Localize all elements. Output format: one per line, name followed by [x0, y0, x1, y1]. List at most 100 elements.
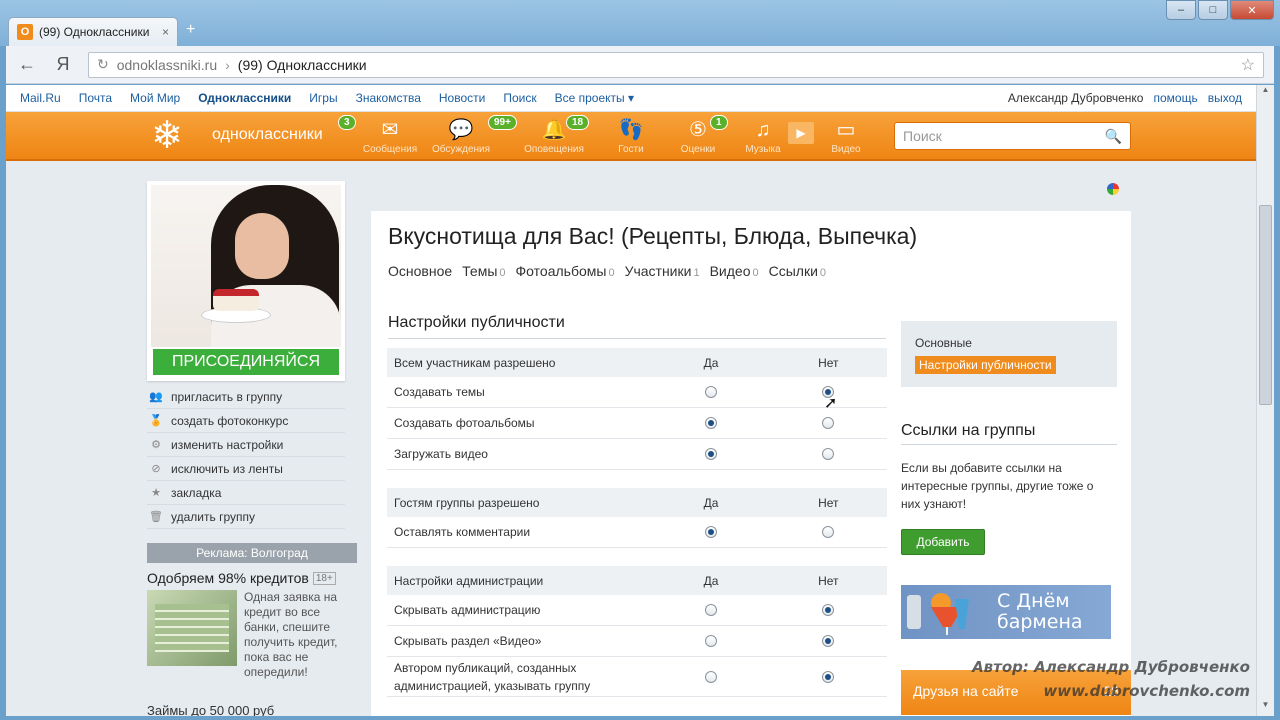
settings-nav-box: Основные Настройки публичности [901, 321, 1117, 387]
no-radio[interactable] [822, 526, 835, 538]
close-button[interactable]: ✕ [1230, 0, 1274, 20]
exclude-from-feed-link[interactable]: ⊘ исключить из ленты [147, 457, 345, 481]
music-play-button[interactable]: ▶ [788, 122, 814, 144]
settings-group-header: Настройки администрации Да Нет [387, 566, 887, 595]
ratings-badge: 1 [710, 115, 728, 130]
scroll-down-icon[interactable]: ▼ [1257, 700, 1274, 716]
star-icon: ★ [151, 487, 161, 499]
mailbar-link-dating[interactable]: Знакомства [356, 91, 421, 105]
new-tab-button[interactable]: + [186, 21, 208, 39]
ad-headline[interactable]: Одобряем 98% кредитов 18+ [147, 570, 336, 586]
reload-icon[interactable]: ↻ [97, 56, 109, 73]
nav-messages[interactable]: ✉ Сообщения [360, 118, 420, 155]
ok-search-box[interactable]: 🔍 [894, 122, 1131, 150]
ok-logo-icon[interactable]: ❄ [144, 114, 190, 158]
address-bar[interactable]: ↻ odnoklassniki.ru › (99) Одноклассники … [88, 51, 1264, 78]
tab-close-icon[interactable]: × [162, 25, 169, 39]
yes-radio[interactable] [704, 417, 717, 429]
bookmark-star-icon[interactable]: ☆ [1241, 55, 1255, 75]
nav-label: Видео [831, 144, 861, 155]
page-scrollbar[interactable]: ▲ ▼ [1256, 85, 1274, 716]
setting-label: Автором публикаций, созданных администра… [394, 660, 591, 693]
bookmark-link[interactable]: ★ закладка [147, 481, 345, 505]
browser-tab[interactable]: О (99) Одноклассники × [8, 17, 178, 46]
mailbar-link-games[interactable]: Игры [309, 91, 337, 105]
no-radio[interactable] [822, 604, 835, 616]
mailbar-link-search[interactable]: Поиск [503, 91, 536, 105]
delete-group-link[interactable]: 🗑 удалить группу [147, 505, 345, 529]
mailbar-link-mail[interactable]: Почта [79, 91, 112, 105]
back-button[interactable]: ← [16, 54, 38, 75]
no-radio[interactable] [822, 448, 835, 460]
tab-label: Темы [462, 263, 498, 279]
nav-label: Гости [618, 144, 644, 155]
nav-label: Музыка [745, 144, 781, 155]
scroll-thumb[interactable] [1259, 205, 1272, 405]
tab-links[interactable]: Ссылки 0 [769, 263, 826, 279]
search-input[interactable] [903, 128, 1105, 144]
ad-money-image[interactable] [147, 590, 237, 666]
tab-label: Видео [709, 263, 751, 279]
no-radio[interactable] [822, 417, 835, 429]
user-name[interactable]: Александр Дубровченко [1008, 91, 1144, 105]
change-settings-link[interactable]: ⚙ изменить настройки [147, 433, 345, 457]
setting-label: Скрывать раздел «Видео» [394, 634, 542, 648]
group-avatar[interactable]: ПРИСОЕДИНЯЙСЯ [147, 181, 345, 381]
nav-label: Оценки [680, 144, 716, 155]
tab-main[interactable]: Основное [388, 263, 452, 279]
exclude-icon: ⊘ [151, 463, 161, 475]
no-radio[interactable] [822, 635, 835, 647]
yandex-icon[interactable]: Я [52, 54, 74, 75]
publicity-settings-table: Всем участникам разрешено Да Нет Создавать … [387, 348, 887, 697]
nav-music[interactable]: ♫ Музыка [742, 118, 784, 155]
minimize-button[interactable]: – [1166, 0, 1196, 20]
ok-site-name[interactable]: одноклассники [212, 126, 323, 144]
mailbar-link-news[interactable]: Новости [439, 91, 485, 105]
add-link-button[interactable]: Добавить [901, 529, 985, 555]
ad-next-headline[interactable]: Займы до 50 000 руб [147, 703, 274, 716]
nav-discussions[interactable]: 💬 Обсуждения [426, 118, 496, 155]
mailbar-link-odnoklassniki[interactable]: Одноклассники [198, 91, 291, 105]
group-actions: 👥 пригласить в группу 🏅 создать фотоконк… [147, 385, 345, 529]
tab-photo-albums[interactable]: Фотоальбомы 0 [516, 263, 615, 279]
help-link[interactable]: помощь [1153, 91, 1197, 105]
yes-radio[interactable] [704, 670, 717, 683]
yes-radio[interactable] [704, 386, 717, 398]
yes-radio[interactable] [704, 448, 717, 460]
yes-radio[interactable] [704, 604, 717, 616]
yes-radio[interactable] [704, 526, 717, 538]
tab-members[interactable]: Участники 1 [625, 263, 700, 279]
mailbar-link-myworld[interactable]: Мой Мир [130, 91, 180, 105]
yes-radio[interactable] [704, 635, 717, 647]
nav-video[interactable]: ▭ Видео [822, 118, 870, 155]
tab-count: 1 [693, 267, 700, 279]
tab-topics[interactable]: Темы 0 [462, 263, 505, 279]
ad-headline-text[interactable]: Одобряем 98% кредитов [147, 570, 309, 586]
join-banner[interactable]: ПРИСОЕДИНЯЙСЯ [151, 347, 341, 377]
logout-link[interactable]: выход [1208, 91, 1242, 105]
invite-to-group-link[interactable]: 👥 пригласить в группу [147, 385, 345, 409]
theme-color-icon[interactable] [1107, 183, 1119, 195]
scroll-up-icon[interactable]: ▲ [1257, 85, 1274, 101]
ad-text[interactable]: Одная заявка на кредит во все банки, спе… [244, 590, 349, 680]
url-separator: › [225, 56, 230, 73]
no-radio[interactable] [822, 670, 835, 683]
create-photo-contest-link[interactable]: 🏅 создать фотоконкурс [147, 409, 345, 433]
tab-video[interactable]: Видео 0 [710, 263, 759, 279]
mailbar-link-mailru[interactable]: Mail.Ru [20, 91, 61, 105]
mailru-bar: Mail.Ru Почта Мой Мир Одноклассники Игры… [6, 85, 1256, 112]
search-icon[interactable]: 🔍 [1105, 128, 1122, 145]
settings-nav-publicity[interactable]: Настройки публичности [915, 355, 1103, 377]
settings-nav-basic[interactable]: Основные [915, 333, 1103, 355]
trash-icon: 🗑 [149, 511, 163, 523]
yes-column-header: Да [703, 355, 719, 370]
tab-title: (99) Одноклассники [39, 25, 150, 39]
nav-guests[interactable]: 👣 Гости [606, 118, 656, 155]
envelope-icon: ✉ [381, 119, 399, 141]
mailbar-link-all-projects[interactable]: Все проекты ▾ [555, 91, 634, 105]
maximize-button[interactable]: □ [1198, 0, 1228, 20]
no-column-header: Нет [818, 573, 839, 588]
ad-title: Реклама: Волгоград [147, 543, 357, 563]
bartender-day-banner[interactable]: С Днём бармена [901, 585, 1111, 639]
